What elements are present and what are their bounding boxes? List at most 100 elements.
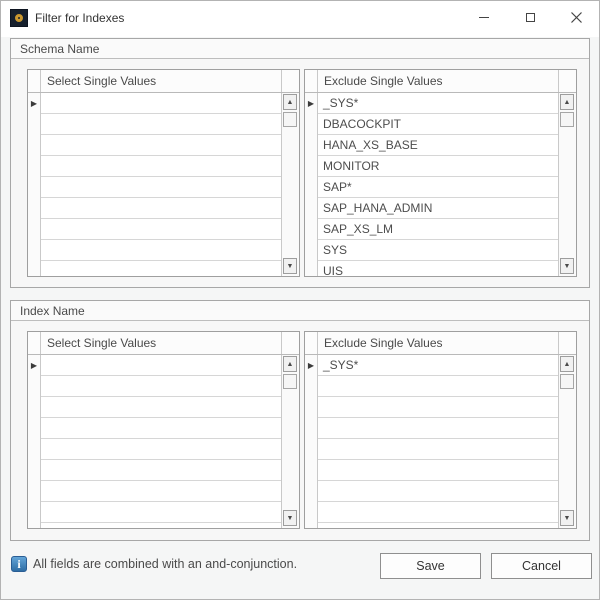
scroll-up-icon: ▲ (564, 361, 571, 368)
table-row[interactable] (41, 240, 281, 261)
vertical-scrollbar[interactable]: ▲ ▼ (281, 93, 299, 276)
table-row[interactable] (318, 481, 558, 502)
index-name-group: Index Name Select Single Values ▶ ▲ ▼ (10, 300, 590, 541)
scrollbar-thumb[interactable] (283, 374, 297, 389)
row-indicator-column[interactable]: ▶ (305, 93, 318, 276)
schema-select-values-table: Select Single Values ▶ ▲ ▼ (27, 69, 300, 277)
title-bar[interactable]: Filter for Indexes (1, 1, 599, 37)
schema-exclude-values-table: Exclude Single Values ▶ _SYS*DBACOCKPITH… (304, 69, 577, 277)
table-row[interactable] (318, 523, 558, 528)
table-row[interactable]: SAP* (318, 177, 558, 198)
maximize-icon (526, 13, 535, 22)
table-row[interactable]: _SYS* (318, 355, 558, 376)
grid-rows: _SYS*DBACOCKPITHANA_XS_BASEMONITORSAP*SA… (318, 93, 558, 276)
table-row[interactable] (41, 261, 281, 276)
table-row[interactable]: SAP_HANA_ADMIN (318, 198, 558, 219)
close-icon (571, 12, 582, 23)
scroll-down-icon: ▼ (287, 515, 294, 522)
table-row[interactable]: SYS (318, 240, 558, 261)
scroll-up-icon: ▲ (287, 99, 294, 106)
table-row[interactable] (318, 397, 558, 418)
row-indicator-column[interactable]: ▶ (305, 355, 318, 528)
conjunction-note: All fields are combined with an and-conj… (33, 553, 297, 575)
table-row[interactable] (41, 198, 281, 219)
vertical-scrollbar[interactable]: ▲ ▼ (558, 93, 576, 276)
minimize-button[interactable] (461, 1, 507, 33)
table-row[interactable] (41, 93, 281, 114)
grid-rows (41, 93, 281, 276)
scroll-up-icon: ▲ (287, 361, 294, 368)
window-title: Filter for Indexes (35, 1, 124, 37)
column-header[interactable]: Select Single Values (41, 332, 281, 354)
table-row[interactable] (41, 114, 281, 135)
current-row-indicator-icon: ▶ (28, 355, 40, 376)
table-row[interactable] (41, 523, 281, 528)
table-row[interactable] (41, 219, 281, 240)
table-row[interactable] (41, 135, 281, 156)
scrollbar-column-header (281, 332, 299, 354)
column-header[interactable]: Exclude Single Values (318, 70, 558, 92)
table-row[interactable]: MONITOR (318, 156, 558, 177)
index-select-values-table: Select Single Values ▶ ▲ ▼ (27, 331, 300, 529)
grid-rows: _SYS* (318, 355, 558, 528)
scroll-down-icon: ▼ (564, 263, 571, 270)
table-row[interactable] (318, 418, 558, 439)
index-exclude-values-table: Exclude Single Values ▶ _SYS* ▲ ▼ (304, 331, 577, 529)
table-row[interactable] (41, 460, 281, 481)
table-row[interactable]: _SYS* (318, 93, 558, 114)
close-button[interactable] (553, 1, 599, 33)
table-row[interactable] (41, 418, 281, 439)
column-header[interactable]: Exclude Single Values (318, 332, 558, 354)
table-row[interactable]: SAP_XS_LM (318, 219, 558, 240)
app-icon (10, 9, 28, 27)
cancel-button[interactable]: Cancel (491, 553, 592, 579)
table-row[interactable] (41, 502, 281, 523)
table-row[interactable] (41, 355, 281, 376)
scroll-up-button[interactable]: ▲ (560, 356, 574, 372)
table-row[interactable] (318, 460, 558, 481)
table-row[interactable] (41, 481, 281, 502)
save-button[interactable]: Save (380, 553, 481, 579)
table-row[interactable]: UIS (318, 261, 558, 276)
table-row[interactable] (318, 502, 558, 523)
scroll-down-button[interactable]: ▼ (283, 510, 297, 526)
scroll-down-button[interactable]: ▼ (560, 510, 574, 526)
group-title: Schema Name (11, 39, 589, 59)
current-row-indicator-icon: ▶ (28, 93, 40, 114)
group-title: Index Name (11, 301, 589, 321)
current-row-indicator-icon: ▶ (305, 93, 317, 114)
filter-dialog: Filter for Indexes Schema Name Select Si… (0, 0, 600, 600)
scroll-up-button[interactable]: ▲ (283, 94, 297, 110)
row-indicator-column[interactable]: ▶ (28, 355, 41, 528)
table-row[interactable]: DBACOCKPIT (318, 114, 558, 135)
scroll-down-button[interactable]: ▼ (283, 258, 297, 274)
maximize-button[interactable] (507, 1, 553, 33)
footer: i All fields are combined with an and-co… (1, 539, 599, 599)
table-header: Exclude Single Values (305, 332, 576, 355)
scroll-down-button[interactable]: ▼ (560, 258, 574, 274)
scrollbar-thumb[interactable] (283, 112, 297, 127)
minimize-icon (479, 17, 489, 18)
scroll-up-button[interactable]: ▲ (560, 94, 574, 110)
table-row[interactable] (318, 439, 558, 460)
scrollbar-thumb[interactable] (560, 374, 574, 389)
table-row[interactable] (41, 156, 281, 177)
table-row[interactable] (41, 177, 281, 198)
scroll-up-button[interactable]: ▲ (283, 356, 297, 372)
table-row[interactable] (318, 376, 558, 397)
scroll-down-icon: ▼ (287, 263, 294, 270)
table-header: Select Single Values (28, 332, 299, 355)
scrollbar-column-header (558, 332, 576, 354)
column-header[interactable]: Select Single Values (41, 70, 281, 92)
table-row[interactable] (41, 439, 281, 460)
row-indicator-column[interactable]: ▶ (28, 93, 41, 276)
vertical-scrollbar[interactable]: ▲ ▼ (281, 355, 299, 528)
row-header-column-header (305, 70, 318, 92)
table-row[interactable] (41, 376, 281, 397)
table-row[interactable]: HANA_XS_BASE (318, 135, 558, 156)
vertical-scrollbar[interactable]: ▲ ▼ (558, 355, 576, 528)
scrollbar-thumb[interactable] (560, 112, 574, 127)
table-row[interactable] (41, 397, 281, 418)
row-header-column-header (28, 332, 41, 354)
scrollbar-column-header (558, 70, 576, 92)
